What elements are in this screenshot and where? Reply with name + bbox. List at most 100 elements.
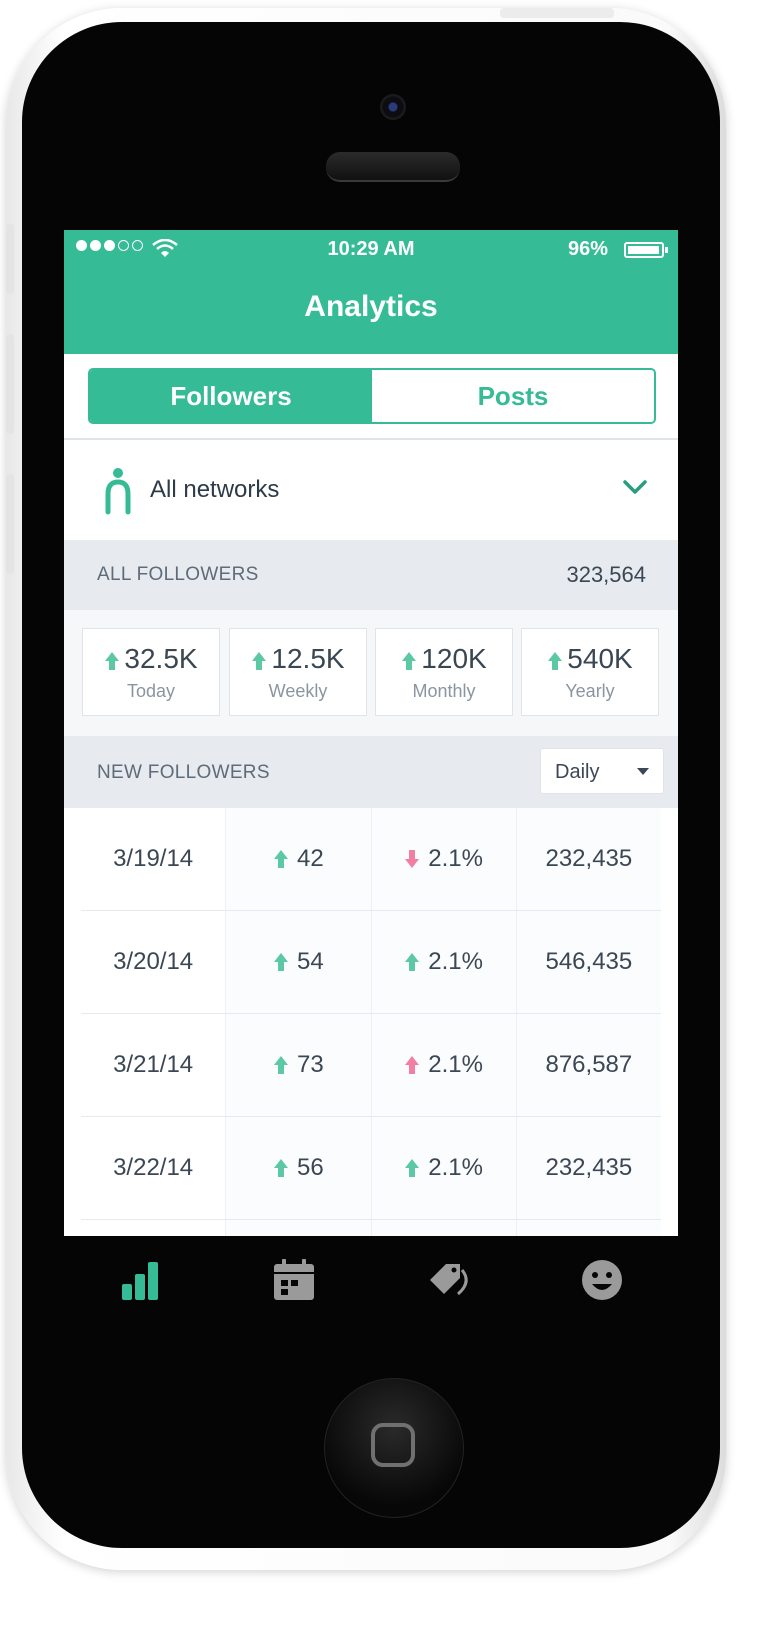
all-followers-label: ALL FOLLOWERS (97, 564, 259, 585)
cell-date: 3/19/14 (81, 808, 227, 910)
segmented-control: Followers Posts (88, 368, 656, 424)
power-button (500, 8, 614, 18)
cell-text: 3/21/14 (113, 1051, 194, 1078)
battery-icon (624, 242, 668, 258)
up-arrow-icon (405, 1056, 420, 1074)
page-title: Analytics (304, 290, 438, 323)
stat-value: 120K (421, 643, 487, 674)
cell-text: 3/20/14 (113, 948, 194, 975)
up-arrow-icon (405, 1159, 420, 1177)
status-bar: 10:29 AM 96% (64, 230, 678, 268)
cell-text: 42 (297, 845, 324, 872)
chevron-down-icon[interactable] (622, 478, 648, 496)
stat-value: 12.5K (271, 643, 345, 674)
stats-row: 32.5K Today 12.5K Weekly 120K Monthly 54… (64, 610, 678, 736)
cell-text: 73 (297, 1051, 324, 1078)
new-followers-header: NEW FOLLOWERS Daily (64, 736, 678, 808)
cell-count: 54 (226, 911, 372, 1013)
cell-text: 2.1% (428, 1051, 483, 1078)
home-button[interactable] (324, 1378, 464, 1518)
cell-empty (516, 1220, 661, 1236)
cell-total: 232,435 (516, 1117, 661, 1219)
cell-total: 876,587 (516, 1014, 661, 1116)
tab-bar (64, 1236, 678, 1324)
app-screen: 10:29 AM 96% Analytics Followers Posts A… (64, 230, 678, 1324)
new-followers-label: NEW FOLLOWERS (97, 762, 270, 783)
all-followers-header: ALL FOLLOWERS 323,564 (64, 540, 678, 610)
caret-down-icon (637, 768, 649, 775)
table-row[interactable]: 3/22/14 56 2.1% 232,435 (81, 1117, 661, 1220)
cell-empty (81, 1220, 227, 1236)
cell-text: 2.1% (428, 1154, 483, 1181)
cell-text: 546,435 (545, 948, 633, 975)
stat-card-weekly[interactable]: 12.5K Weekly (229, 628, 367, 716)
table-row (81, 1220, 661, 1236)
cell-text: 232,435 (545, 845, 633, 872)
stat-card-today[interactable]: 32.5K Today (82, 628, 220, 716)
new-followers-table: 3/19/14 42 2.1% 232,435 3/20/14 54 2.1% 546,435… (64, 808, 678, 1236)
stat-label: Yearly (565, 681, 615, 701)
cell-text: 3/19/14 (113, 845, 194, 872)
cell-text: 3/22/14 (113, 1154, 194, 1181)
cell-text: 232,435 (545, 1154, 633, 1181)
stat-card-monthly[interactable]: 120K Monthly (375, 628, 513, 716)
cell-total: 232,435 (516, 808, 661, 910)
tag-icon[interactable] (428, 1258, 472, 1302)
cell-text: 2.1% (428, 845, 483, 872)
cell-date: 3/21/14 (81, 1014, 227, 1116)
tab-posts[interactable]: Posts (372, 370, 654, 422)
battery-percent: 96% (567, 238, 608, 260)
cell-percent: 2.1% (371, 1117, 517, 1219)
cell-date: 3/22/14 (81, 1117, 227, 1219)
cell-count: 56 (226, 1117, 372, 1219)
home-square-icon (371, 1423, 415, 1467)
period-dropdown[interactable]: Daily (540, 748, 664, 794)
calendar-icon[interactable] (272, 1258, 316, 1302)
up-arrow-icon (405, 953, 420, 971)
stat-value: 540K (567, 643, 633, 674)
cell-text: 56 (297, 1154, 324, 1181)
up-arrow-icon (274, 953, 289, 971)
down-arrow-icon (405, 850, 420, 868)
smiley-icon[interactable] (580, 1258, 624, 1302)
up-arrow-icon (274, 1056, 289, 1074)
network-selector[interactable]: All networks (64, 440, 678, 540)
cell-count: 42 (226, 808, 372, 910)
table-row[interactable]: 3/21/14 73 2.1% 876,587 (81, 1014, 661, 1117)
up-arrow-icon (274, 850, 289, 868)
person-icon (105, 468, 131, 515)
earpiece-speaker (326, 152, 460, 182)
cell-percent: 2.1% (371, 808, 517, 910)
stat-label: Today (126, 681, 176, 701)
front-camera (380, 94, 406, 120)
mute-switch (6, 224, 14, 294)
volume-up-button (6, 334, 14, 434)
up-arrow-icon (252, 651, 267, 670)
cell-percent: 2.1% (371, 1014, 517, 1116)
cell-text: 876,587 (545, 1051, 633, 1078)
tab-followers[interactable]: Followers (90, 370, 372, 422)
period-dropdown-value: Daily (555, 761, 600, 783)
network-label: All networks (150, 476, 280, 503)
cell-date: 3/20/14 (81, 911, 227, 1013)
up-arrow-icon (402, 651, 417, 670)
table-row[interactable]: 3/20/14 54 2.1% 546,435 (81, 911, 661, 1014)
table-row[interactable]: 3/19/14 42 2.1% 232,435 (81, 808, 661, 911)
up-arrow-icon (105, 651, 120, 670)
stat-value: 32.5K (124, 643, 198, 674)
all-followers-total: 323,564 (566, 562, 646, 587)
cell-total: 546,435 (516, 911, 661, 1013)
up-arrow-icon (274, 1159, 289, 1177)
cell-empty (371, 1220, 517, 1236)
bar-chart-icon[interactable] (118, 1258, 162, 1302)
cell-text: 2.1% (428, 948, 483, 975)
cell-percent: 2.1% (371, 911, 517, 1013)
stat-label: Weekly (268, 681, 328, 701)
cell-empty (226, 1220, 372, 1236)
volume-down-button (6, 474, 14, 574)
cell-text: 54 (297, 948, 324, 975)
up-arrow-icon (548, 651, 563, 670)
stat-card-yearly[interactable]: 540K Yearly (521, 628, 659, 716)
stat-label: Monthly (412, 681, 476, 701)
nav-bar: Analytics (64, 268, 678, 354)
